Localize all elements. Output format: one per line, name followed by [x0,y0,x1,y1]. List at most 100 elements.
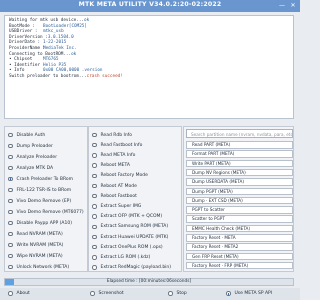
option-label: Analyze Preloader [16,154,58,160]
option-label: Analyze MTK DA [16,165,54,171]
option-reboot-meta[interactable]: Reboot META [92,162,130,170]
option-vivo-demo-remove-mt6077[interactable]: Vivo Demo Remove (MT6077) [8,208,84,216]
option-dump-preloader[interactable]: Dump Preloader [8,142,53,150]
radio-icon[interactable] [226,291,231,296]
option-crash-preloader-to-brom[interactable]: Crash Preloader To BRom [8,175,73,183]
option-read-fastboot-info[interactable]: Read Fastboot Info [92,141,142,149]
radio-icon[interactable] [8,209,13,215]
radio-icon[interactable] [92,142,97,148]
minimize-button[interactable]: — [278,2,286,9]
option-label: Extract RedMagic (payload.bin) [100,265,172,271]
option-unlock-network-meta[interactable]: Unlock Network (META) [8,263,69,271]
option-label: Read Fastboot Info [100,142,143,148]
action-dump-userdata-meta-button[interactable]: Dump USERDATA (META) [186,178,293,186]
option-label: Crash Preloader To BRom [16,176,74,182]
radio-icon[interactable] [8,253,13,259]
action-write-part-meta-button[interactable]: Write PART (META) [186,159,293,168]
bottom-option-use-meta-sp-api[interactable]: Use META SP API [226,291,272,296]
radio-icon[interactable] [92,204,97,209]
option-label: FRL-122 TSR-IS to BRom [16,187,72,193]
option-extract-huawei-update-mtk[interactable]: Extract Huawei UPDATE (MTK) [92,233,168,241]
option-read-rdb-info[interactable]: Read Rdb Info [92,131,132,139]
action-format-part-meta-button[interactable]: Format PART (META) [186,150,293,158]
log-value: crash succeed! [86,73,123,79]
radio-icon[interactable] [92,173,97,179]
action-gen-frp-reset-meta-button[interactable]: Gen FRP Reset (META) [186,252,293,261]
bottom-option-stop[interactable]: Stop [168,291,187,296]
option-read-meta-info[interactable]: Read META Info [92,151,135,159]
option-extract-samsung-rom-meta[interactable]: Extract Samsung ROM (META) [92,223,168,231]
option-label: Extract Samsung ROM (META) [100,224,169,230]
bottom-option-screenshot[interactable]: Screenshot [90,291,124,296]
radio-icon[interactable] [8,220,13,226]
option-label: Disable Paypp APP (A10) [16,220,72,226]
radio-icon[interactable] [8,291,13,296]
radio-icon[interactable] [8,165,13,171]
option-reboot-at-mode[interactable]: Reboot AT Mode [92,182,137,190]
partition-search-input[interactable]: Search partition name (nvram, nvdata, pa… [186,129,293,138]
radio-icon[interactable] [92,183,97,189]
action-dump-pgpt-meta-button[interactable]: Dump PGPT (META) [186,187,293,195]
option-disable-auth[interactable]: Disable Auth [8,131,45,139]
option-extract-lg-rom-kdz[interactable]: Extract LG ROM (.kdz) [92,253,150,261]
radio-icon[interactable] [168,291,173,296]
option-disable-paypp-app-a10[interactable]: Disable Paypp APP (A10) [8,219,72,227]
action-factory-reset-meta2-button[interactable]: Factory Reset · META2 [186,243,293,251]
option-label: Extract OFP (MTK + QCOM) [100,214,163,220]
radio-icon[interactable] [92,224,97,230]
option-wipe-nvram-meta[interactable]: Wipe NVRAM (META) [8,252,63,260]
radio-icon[interactable] [92,234,97,240]
option-label: Read NVRAM (META) [16,231,63,237]
radio-icon[interactable] [8,198,13,204]
radio-icon[interactable] [92,153,97,158]
radio-icon[interactable] [92,193,97,199]
option-label: Wipe NVRAM (META) [16,253,63,259]
option-label: Unlock Network (META) [16,264,70,270]
action-read-part-meta-button[interactable]: Read PART (META) [186,141,293,149]
radio-icon[interactable] [90,291,95,296]
radio-icon[interactable] [8,176,13,182]
radio-icon[interactable] [8,187,13,193]
action-emmc-health-check-meta-button[interactable]: EMMC Health Check (META) [186,224,293,233]
radio-icon[interactable] [92,255,97,260]
option-extract-ofp-mtk-qcom[interactable]: Extract OFP (MTK + QCOM) [92,213,162,221]
bottom-option-about[interactable]: About [8,291,30,296]
option-analyze-preloader[interactable]: Analyze Preloader [8,153,57,161]
radio-icon[interactable] [92,265,97,270]
option-label: Write NVRAM (META) [16,242,64,248]
option-label: Reboot Factory Mode [100,173,148,179]
action-factory-reset-frp-meta-button[interactable]: Factory Reset · FRP (META) [186,261,293,270]
radio-icon[interactable] [8,264,13,270]
radio-icon[interactable] [8,231,13,237]
option-label: Extract LG ROM (.kdz) [100,254,151,260]
radio-icon[interactable] [92,163,97,168]
action-dump-ext-csd-meta-button[interactable]: Dump · EXT CSD (META) [186,196,293,205]
action-pgpt-to-scatter-button[interactable]: PGPT to Scatter [186,206,293,214]
option-extract-super-img[interactable]: Extract Super IMG [92,202,141,210]
option-write-nvram-meta[interactable]: Write NVRAM (META) [8,241,63,249]
option-label: Reboot META [100,163,130,169]
radio-icon[interactable] [8,132,13,138]
option-read-nvram-meta[interactable]: Read NVRAM (META) [8,230,63,238]
action-scatter-to-pgpt-button[interactable]: Scatter to PGPT [186,215,293,223]
option-extract-redmagic-payload-bin[interactable]: Extract RedMagic (payload.bin) [92,264,171,272]
option-label: Read META Info [100,152,136,158]
option-vivo-demo-remove-ep[interactable]: Vivo Demo Remove (EP) [8,197,71,205]
action-dump-nv-regions-meta-button[interactable]: Dump NV Regions (META) [186,168,293,177]
radio-icon[interactable] [8,143,13,149]
progress-bar: Elapsed time : [00:minutes:06seconds] [4,278,294,286]
option-extract-oneplus-rom-ops[interactable]: Extract OnePlus ROM (.ops) [92,243,163,251]
radio-icon[interactable] [92,132,97,138]
radio-icon[interactable] [92,214,97,219]
action-factory-reset-meta-button[interactable]: Factory Reset · META [186,234,293,242]
option-frl-122-tsr-is-to-brom[interactable]: FRL-122 TSR-IS to BRom [8,186,71,194]
close-button[interactable]: ✕ [289,2,297,9]
log-line: Switch preloader to bootrom... crash succ… [9,74,289,80]
option-reboot-fastboot[interactable]: Reboot Fastboot [92,192,137,200]
radio-icon[interactable] [8,242,13,248]
radio-icon[interactable] [8,154,13,160]
option-analyze-mtk-da[interactable]: Analyze MTK DA [8,164,53,172]
radio-icon[interactable] [92,244,97,250]
option-reboot-factory-mode[interactable]: Reboot Factory Mode [92,172,148,180]
option-label: Read Rdb Info [100,132,133,138]
